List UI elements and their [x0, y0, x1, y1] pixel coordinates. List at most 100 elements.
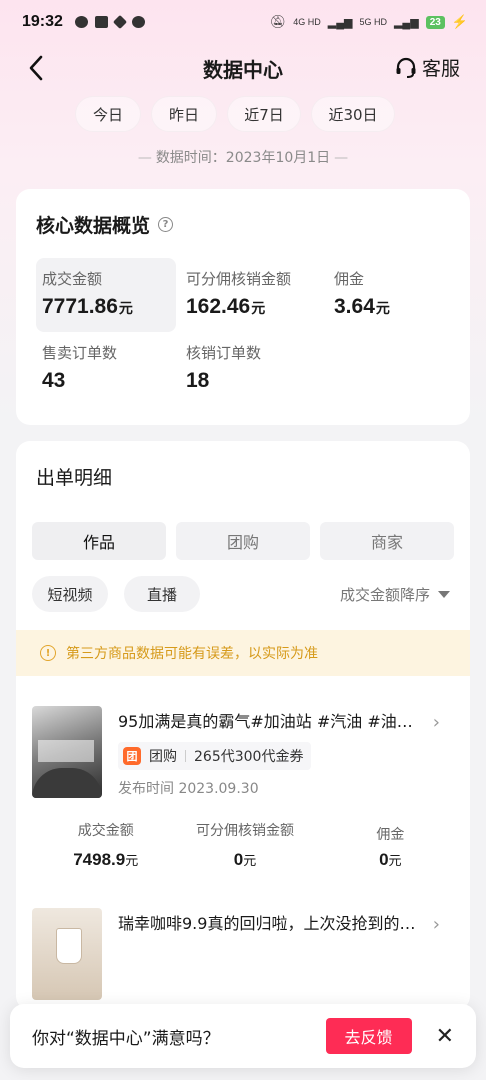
item-metrics: 成交金额 7498.9元 可分佣核销金额 0元 佣金 0元 — [32, 820, 454, 870]
status-right: 🔕︎ 4G HD ▂▄▆ 5G HD ▂▄▆ 23 ⚡ — [270, 14, 468, 30]
service-label: 客服 — [421, 58, 460, 80]
tab-group-buy[interactable]: 团购 — [176, 522, 310, 560]
tag-type: 团购 — [149, 749, 177, 765]
date-range-tabs: 今日 昨日 近7日 近30日 — [0, 96, 486, 132]
feedback-button[interactable]: 去反馈 — [325, 1018, 412, 1054]
metric-label: 成交金额 — [42, 270, 103, 288]
network-4g: 4G HD — [293, 17, 321, 27]
close-icon[interactable]: ✕ — [436, 1024, 454, 1049]
signal-icon: ▂▄▆ — [327, 16, 353, 29]
product-tag: 团 团购 265代300代金券 — [118, 742, 312, 770]
video-thumbnail — [32, 908, 102, 1000]
chevron-right-icon[interactable]: › — [433, 914, 440, 935]
metric-commission[interactable]: 佣金 3.64元 — [328, 258, 448, 332]
notice-text: 第三方商品数据可能有误差，以实际为准 — [66, 646, 318, 662]
detail-title: 出单明细 — [36, 467, 113, 489]
feedback-bar: 你对“数据中心”满意吗？ 去反馈 ✕ — [10, 1004, 476, 1068]
metric-label: 可分佣核销金额 — [196, 823, 295, 839]
tag-name: 265代300代金券 — [194, 749, 304, 765]
value-unit: 元 — [243, 853, 257, 868]
thumbnail-car — [32, 768, 102, 798]
item-metric-commissionable: 可分佣核销金额 0元 — [163, 820, 326, 870]
value-number: 7498.9 — [73, 850, 126, 869]
card-title: 核心数据概览 ? — [36, 211, 450, 238]
value-unit: 元 — [375, 300, 390, 316]
tab-merchant[interactable]: 商家 — [320, 522, 454, 560]
battery-icon: 23 — [425, 15, 445, 29]
metric-label: 售卖订单数 — [42, 344, 118, 362]
feedback-question: 你对“数据中心”满意吗？ — [32, 1028, 220, 1049]
tab-7days[interactable]: 近7日 — [227, 96, 301, 132]
chip-short-video[interactable]: 短视频 — [32, 576, 108, 612]
data-time: 数据时间：2023年10月1日 — [155, 150, 331, 166]
notification-icons — [74, 14, 145, 30]
divider — [185, 750, 186, 762]
metric-value: 162.46元 — [186, 295, 318, 319]
item-metric-gmv: 成交金额 7498.9元 — [48, 820, 163, 870]
metric-commissionable[interactable]: 可分佣核销金额 162.46元 — [180, 258, 324, 332]
value-number: 3.64 — [334, 295, 375, 318]
thumbnail-caption — [38, 740, 94, 762]
warning-icon: ! — [40, 645, 56, 661]
metric-value: 0元 — [163, 850, 326, 870]
tab-yesterday[interactable]: 昨日 — [151, 96, 217, 132]
publish-time: 发布时间 2023.09.30 — [118, 781, 259, 797]
mute-icon: 🔕︎ — [269, 14, 287, 29]
chevron-right-icon[interactable]: › — [433, 712, 440, 733]
item-title: 95加满是真的霸气#加油站 #汽油 #油价 #加油 — [118, 712, 424, 731]
metric-value: 3.64元 — [334, 295, 442, 319]
sort-dropdown[interactable]: 成交金额降序 — [340, 584, 454, 605]
app-icon — [94, 16, 108, 28]
group-buy-icon: 团 — [123, 747, 141, 765]
charging-icon: ⚡ — [451, 14, 468, 29]
nav-header: 数据中心 客服 — [0, 44, 486, 92]
sort-label: 成交金额降序 — [339, 585, 430, 604]
metric-label: 可分佣核销金额 — [186, 270, 292, 288]
metric-label: 佣金 — [376, 827, 405, 843]
tab-today[interactable]: 今日 — [75, 96, 141, 132]
core-data-card: 核心数据概览 ? 成交金额 7771.86元 可分佣核销金额 162.46元 佣… — [16, 189, 470, 425]
item-title: 瑞幸咖啡9.9真的回归啦，上次没抢到的姐妹冲 — [118, 914, 424, 933]
tab-30days[interactable]: 近30日 — [311, 96, 395, 132]
metric-value: 18 — [186, 369, 210, 392]
chip-live[interactable]: 直播 — [124, 576, 200, 612]
send-icon — [112, 14, 127, 30]
data-time-row: — 数据时间：2023年10月1日 — — [0, 147, 486, 167]
chevron-left-icon — [29, 55, 43, 81]
order-detail-card: 出单明细 作品 团购 商家 短视频 直播 成交金额降序 ! 第三方商品数据可能有… — [16, 441, 470, 1010]
core-title: 核心数据概览 — [36, 215, 151, 237]
headset-icon — [396, 57, 416, 78]
status-bar: 19:32 🔕︎ 4G HD ▂▄▆ 5G HD ▂▄▆ 23 ⚡ — [0, 0, 486, 44]
list-item[interactable]: 95加满是真的霸气#加油站 #汽油 #油价 #加油 团 团购 265代300代金… — [16, 676, 470, 870]
help-icon[interactable]: ? — [158, 217, 174, 232]
item-info: 95加满是真的霸气#加油站 #汽油 #油价 #加油 团 团购 265代300代金… — [118, 706, 454, 798]
value-number: 162.46 — [186, 295, 251, 318]
metric-label: 核销订单数 — [186, 344, 262, 362]
filter-row: 短视频 直播 成交金额降序 — [16, 576, 470, 612]
caret-down-icon — [438, 590, 450, 598]
network-5g: 5G HD — [359, 17, 387, 27]
video-thumbnail — [32, 706, 102, 798]
chat-icon — [131, 16, 145, 28]
item-header: 瑞幸咖啡9.9真的回归啦，上次没抢到的姐妹冲 — [32, 908, 454, 1000]
metric-redeemed-orders[interactable]: 核销订单数 18 — [180, 332, 324, 406]
tab-works[interactable]: 作品 — [32, 522, 166, 560]
signal-icon: ▂▄▆ — [393, 16, 419, 29]
value-unit: 元 — [125, 853, 139, 868]
customer-service-button[interactable]: 客服 — [394, 54, 460, 81]
divider: — — [334, 150, 349, 166]
list-item[interactable]: 瑞幸咖啡9.9真的回归啦，上次没抢到的姐妹冲 › — [16, 870, 470, 1010]
value-number: 7771.86 — [42, 295, 118, 318]
divider: — — [137, 150, 152, 166]
value-number: 0 — [233, 850, 244, 869]
back-button[interactable] — [20, 52, 52, 84]
value-unit: 元 — [251, 300, 266, 316]
value-unit: 元 — [118, 300, 133, 316]
metric-label: 成交金额 — [77, 823, 134, 839]
thumbnail-cup — [56, 928, 82, 964]
metric-value: 7771.86元 — [42, 295, 170, 319]
item-metric-commission: 佣金 0元 — [327, 820, 454, 870]
metric-gmv[interactable]: 成交金额 7771.86元 — [36, 258, 176, 332]
metric-sold-orders[interactable]: 售卖订单数 43 — [36, 332, 176, 406]
metric-value: 0元 — [327, 850, 454, 870]
